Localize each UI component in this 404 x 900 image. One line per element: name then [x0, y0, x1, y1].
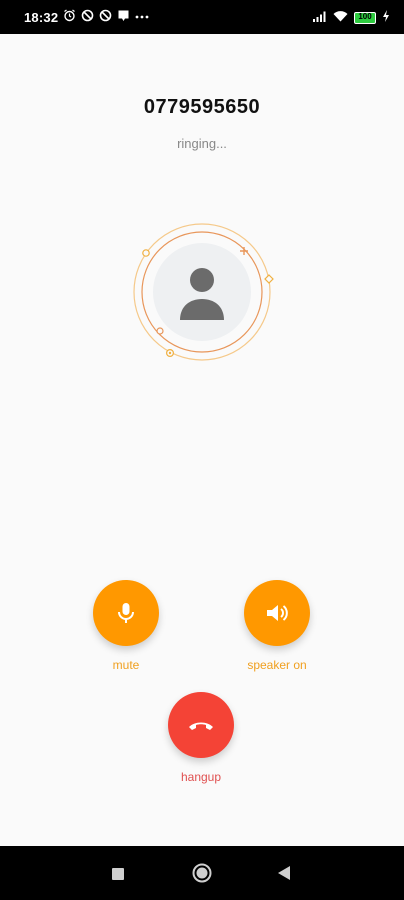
hangup-action: hangup [168, 692, 234, 784]
signal-icon [312, 9, 327, 27]
more-dots-icon [135, 9, 149, 27]
microphone-icon [118, 603, 134, 623]
status-icons-right: 100 [312, 9, 390, 27]
call-screen: 18:32 100 0779595650 ringing... mute spe… [0, 0, 404, 900]
notification-icon [117, 9, 130, 27]
blocked-icon [81, 9, 94, 27]
back-triangle-icon[interactable] [278, 866, 290, 885]
speaker-icon [267, 605, 288, 621]
mute-label: mute [112, 658, 140, 672]
status-icons-left [63, 9, 149, 27]
hangup-button[interactable] [168, 692, 234, 758]
hangup-label: hangup [180, 770, 222, 784]
person-icon [180, 268, 224, 320]
phone-hangup-icon [189, 722, 213, 730]
alarm-icon [63, 9, 76, 27]
home-circle-icon[interactable] [192, 863, 212, 888]
wifi-icon [333, 9, 348, 27]
charging-icon [382, 9, 390, 27]
battery-icon: 100 [354, 12, 376, 24]
mute-action: mute [93, 580, 159, 672]
status-bar: 18:32 100 [0, 0, 404, 34]
recents-square-icon[interactable] [112, 867, 124, 885]
status-time: 18:32 [24, 10, 59, 25]
battery-level: 100 [358, 12, 372, 21]
mute-button[interactable] [93, 580, 159, 646]
speaker-label: speaker on [247, 658, 307, 672]
speaker-action: speaker on [244, 580, 310, 672]
caller-number: 0779595650 [143, 96, 261, 118]
avatar [132, 222, 276, 366]
call-status: ringing... [177, 136, 227, 151]
speaker-button[interactable] [244, 580, 310, 646]
navigation-bar [0, 846, 404, 900]
blocked-icon [99, 9, 112, 27]
